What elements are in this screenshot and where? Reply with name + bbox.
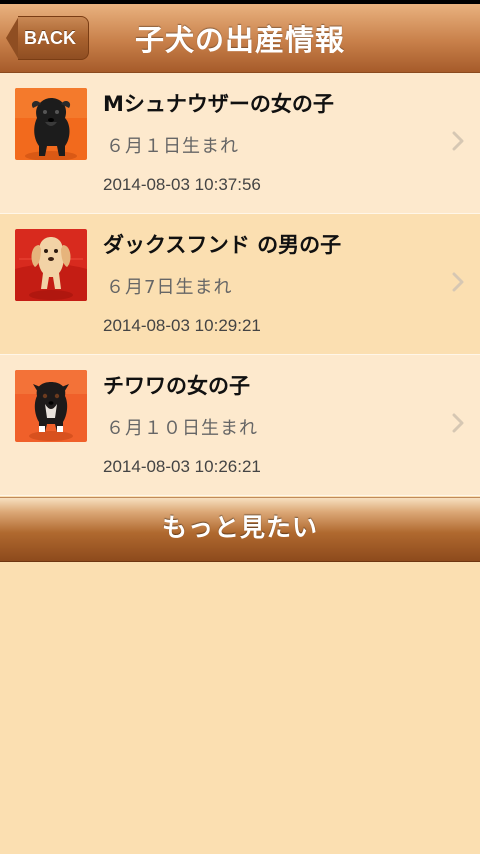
list-item[interactable]: Mシュナウザーの女の子 ６月１日生まれ 2014-08-03 10:37:56 [0, 73, 480, 214]
posted-timestamp: 2014-08-03 10:29:21 [103, 316, 261, 335]
birth-date: ６月7日生まれ [106, 277, 233, 298]
puppy-title: Mシュナウザーの女の子 [103, 92, 334, 116]
black-schnauzer-puppy-photo [15, 88, 87, 160]
black-tan-chihuahua-puppy-photo [15, 370, 87, 442]
cream-dachshund-puppy-photo [15, 229, 87, 301]
show-more-label: もっと見たい [161, 512, 318, 542]
chevron-right-icon [452, 413, 464, 433]
navigation-bar: BACK 子犬の出産情報 [0, 4, 480, 73]
list-item[interactable]: ダックスフンド の男の子 ６月7日生まれ 2014-08-03 10:29:21 [0, 214, 480, 355]
list-item[interactable]: チワワの女の子 ６月１０日生まれ 2014-08-03 10:26:21 [0, 355, 480, 496]
show-more-button[interactable]: もっと見たい [0, 497, 480, 562]
birth-date: ６月１０日生まれ [106, 418, 258, 439]
chevron-right-icon [452, 272, 464, 292]
puppy-list: Mシュナウザーの女の子 ６月１日生まれ 2014-08-03 10:37:56 … [0, 73, 480, 496]
birth-date: ６月１日生まれ [106, 136, 239, 157]
back-button[interactable]: BACK [6, 16, 89, 60]
puppy-title: ダックスフンド の男の子 [103, 233, 342, 257]
back-button-label: BACK [18, 16, 89, 60]
chevron-right-icon [452, 131, 464, 151]
puppy-title: チワワの女の子 [103, 374, 250, 398]
posted-timestamp: 2014-08-03 10:37:56 [103, 175, 261, 194]
posted-timestamp: 2014-08-03 10:26:21 [103, 457, 261, 476]
